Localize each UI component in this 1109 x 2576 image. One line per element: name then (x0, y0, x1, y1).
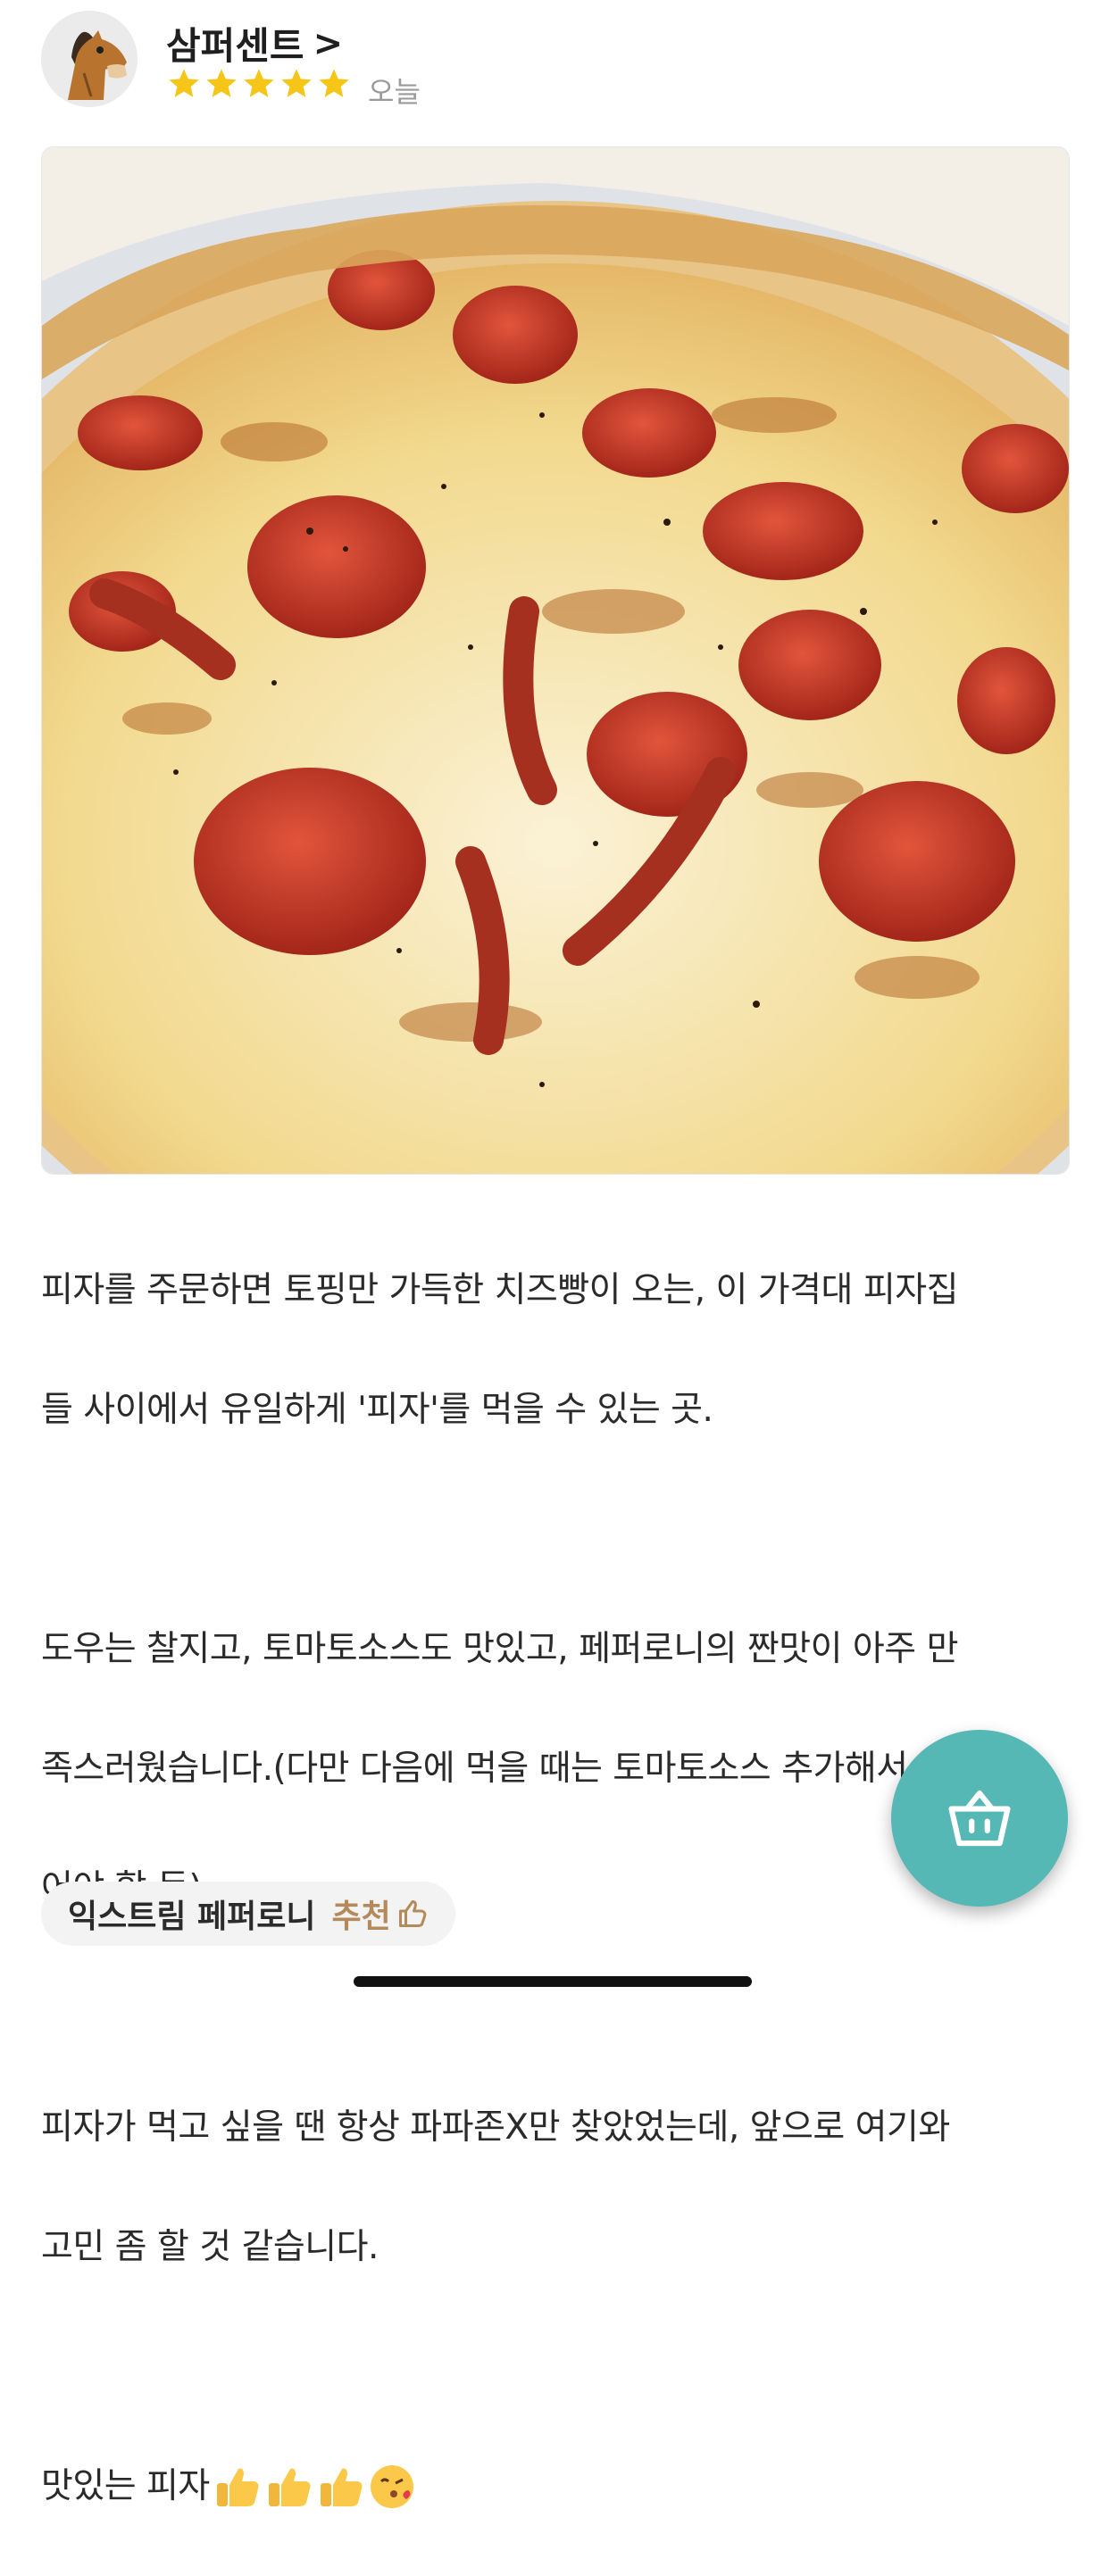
review-header: 삼퍼센트 > 오늘 (41, 11, 1068, 109)
thumbs-up-icon (268, 2468, 311, 2506)
chevron-right-icon: > (313, 22, 344, 64)
star-icon (281, 69, 312, 97)
review-date: 오늘 (368, 75, 421, 109)
review-line: 고민 좀 할 것 같습니다. (41, 2227, 379, 2267)
star-icon (169, 69, 199, 97)
shopping-basket-icon (948, 1790, 1011, 1847)
rating-stars (166, 66, 352, 102)
star-icon (206, 69, 237, 97)
review-line (41, 1500, 1068, 1559)
kissing-face-icon (370, 2464, 413, 2508)
reviewer-name: 삼퍼센트 (166, 24, 304, 68)
thumbs-up-outline-icon (398, 1900, 427, 1927)
review-photo[interactable] (41, 146, 1070, 1175)
review-last-line: 맛있는 피자 (41, 2456, 1068, 2516)
recommend-badge: 추천 (332, 1890, 429, 1937)
review-line (41, 1978, 1068, 2038)
review-line: 피자가 먹고 싶을 땐 항상 파파존X만 찾았었는데, 앞으로 여기와 (41, 2107, 950, 2148)
review-line: 도우는 찰지고, 토마토소스도 맛있고, 페퍼로니의 짠맛이 아주 만 (41, 1629, 958, 1669)
recommend-label: 추천 (331, 1899, 391, 1935)
reviewer-avatar[interactable] (41, 11, 138, 107)
menu-name: 익스트림 페퍼로니 (68, 1899, 316, 1935)
review-line: 피자를 주문하면 토핑만 가득한 치즈빵이 오는, 이 가격대 피자집 (41, 1270, 958, 1310)
star-icon (244, 69, 274, 97)
home-indicator (354, 1976, 752, 1987)
menu-tag[interactable]: 익스트림 페퍼로니 추천 (41, 1882, 455, 1946)
review-line: 맛있는 피자 (41, 2466, 210, 2506)
star-icon (319, 69, 349, 97)
cart-button[interactable] (891, 1730, 1068, 1907)
review-line (41, 2337, 1068, 2397)
pepperoni-pizza-photo (42, 147, 1069, 1174)
thumbs-up-icon (320, 2468, 363, 2506)
horse-avatar-icon (41, 11, 138, 107)
thumbs-up-icon (216, 2468, 259, 2506)
review-line: 들 사이에서 유일하게 '피자'를 먹을 수 있는 곳. (41, 1390, 713, 1430)
reviewer-name-link[interactable]: 삼퍼센트 > (166, 16, 343, 71)
